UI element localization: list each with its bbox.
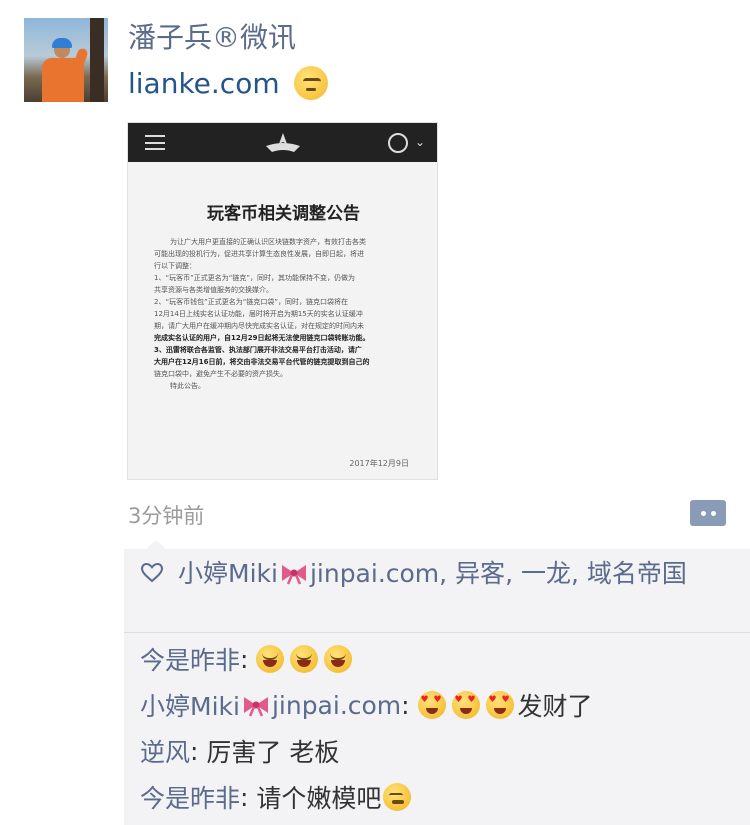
comment-item[interactable]: 小婷Miki jinpai.com : 发财了 [140, 687, 593, 723]
sweat-smile-icon [383, 783, 412, 811]
comment-author[interactable]: 小婷Miki [140, 687, 240, 723]
thinking-face-icon [293, 66, 328, 100]
notice-line: 1、“玩客币”正式更名为“链克”，同时，其功能保持不变，仍做为 [154, 274, 355, 282]
heart-eyes-icon [417, 691, 446, 719]
comment-item[interactable]: 今是昨非 : 请个嫩模吧 [140, 779, 412, 815]
like-separator: , [439, 559, 456, 588]
bow-icon [281, 565, 306, 585]
comment-text: 发财了 [517, 692, 593, 721]
post-image[interactable]: ⌄ 玩客币相关调整公告 为让广大用户更直接的正确认识区块链数字资产，有效打击各类… [127, 122, 438, 480]
comment-item[interactable]: 今是昨非 : [140, 641, 353, 677]
notice-line: 2、“玩客币钱包”正式更名为“链克口袋”，同时，链克口袋将在 [154, 298, 348, 306]
like-name[interactable]: 异客 [455, 559, 505, 588]
notice-line: 行以下调整： [154, 262, 196, 270]
like-name[interactable]: jinpai.com [310, 559, 439, 588]
comment-text: 请个嫩模吧 [256, 784, 382, 813]
heart-icon [140, 562, 164, 583]
comment-item[interactable]: 逆风 : 厉害了 老板 [140, 733, 339, 769]
logo-icon [266, 133, 300, 152]
notice-line: 完成实名认证的用户，自12月29日起将无法使用链克口袋转账功能。 [154, 334, 370, 342]
menu-icon [145, 135, 165, 150]
notice-line: 共享资源与各类增值服务的交换媒介。 [154, 286, 273, 294]
comment-colon: : [401, 690, 418, 720]
avatar-tree [90, 18, 104, 102]
comment-colon: : [190, 736, 207, 766]
notice-line: 期，请广大用户在缓冲期内尽快完成实名认证，对在规定的时间内未 [154, 322, 364, 330]
like-name[interactable]: 小婷Miki [178, 559, 278, 588]
avatar[interactable] [24, 18, 108, 102]
notice-title: 玩客币相关调整公告 [207, 204, 360, 224]
post-username[interactable]: 潘子兵®微讯 [128, 16, 296, 56]
laughing-tears-icon [256, 645, 285, 673]
likes-row: 小婷Miki jinpai.com, 异客, 一龙, 域名帝国 [140, 557, 736, 591]
like-separator: , [505, 559, 521, 588]
like-name[interactable]: 一龙 [521, 559, 571, 588]
like-separator: , [571, 559, 587, 588]
notice-line: 大用户在12月16日前，将交由非法交易平台代管的链克提取到自己的 [154, 358, 370, 366]
comment-colon: : [240, 782, 257, 812]
more-button[interactable] [690, 500, 726, 526]
notice-line: 3、迅雷将联合各监管、执法部门展开非法交易平台打击活动，请广 [154, 346, 362, 354]
heart-eyes-icon [451, 691, 480, 719]
divider [124, 632, 750, 633]
notice-line: 为让广大用户更直接的正确认识区块链数字资产，有效打击各类 [170, 238, 366, 246]
chevron-down-icon: ⌄ [415, 135, 426, 149]
notice-line: 链克口袋中，避免产生不必要的资产损失。 [154, 370, 287, 378]
post-text-content: lianke.com [128, 66, 280, 100]
user-icon [388, 133, 408, 153]
comment-author[interactable]: 逆风 [140, 733, 190, 769]
avatar-helmet [52, 38, 72, 48]
notice-date: 2017年12月9日 [349, 459, 409, 468]
comment-colon: : [240, 644, 257, 674]
post-text: lianke.com [128, 66, 328, 100]
comment-text: 厉害了 老板 [206, 738, 340, 767]
notice-line: 12月14日上线实名认证功能，届时将开启为期15天的实名认证缓冲 [154, 310, 363, 318]
notice-line: 可能出现的投机行为，促进共享计算生态良性发展，自即日起，将进 [154, 250, 364, 258]
notice-body: 为让广大用户更直接的正确认识区块链数字资产，有效打击各类可能出现的投机行为，促进… [154, 236, 414, 392]
bow-icon [243, 697, 268, 717]
comment-author[interactable]: jinpai.com [272, 691, 401, 720]
comments-panel: 小婷Miki jinpai.com, 异客, 一龙, 域名帝国 今是昨非 : 小婷… [124, 540, 750, 825]
post-time: 3分钟前 [128, 504, 205, 528]
heart-eyes-icon [485, 691, 514, 719]
comment-author[interactable]: 今是昨非 [140, 779, 240, 815]
comment-author[interactable]: 今是昨非 [140, 641, 240, 677]
laughing-tears-icon [290, 645, 319, 673]
like-name[interactable]: 域名帝国 [587, 559, 687, 588]
laughing-tears-icon [324, 645, 353, 673]
notice-line: 特此公告。 [170, 382, 205, 390]
